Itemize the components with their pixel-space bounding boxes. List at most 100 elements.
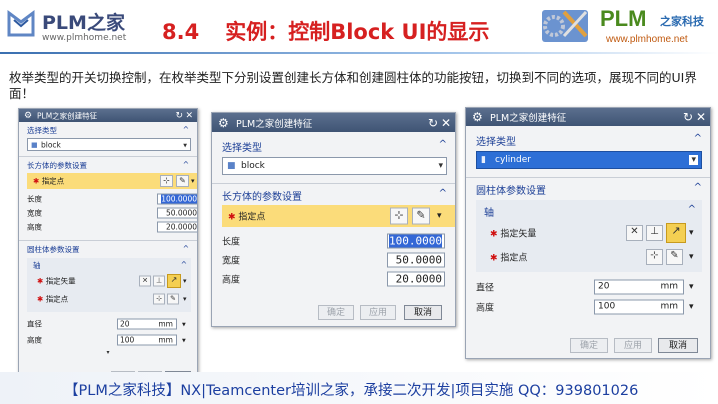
chevron-down-icon[interactable]: ▾	[183, 295, 187, 303]
specify-point-row[interactable]: ✱ 指定点 ⊹ ✎ ▾	[27, 173, 197, 189]
diameter-input[interactable]: 20 mm	[117, 318, 177, 329]
chevron-down-icon[interactable]: ▾	[438, 161, 443, 171]
reverse-direction-icon[interactable]: ✕	[139, 275, 151, 287]
axis-subsection[interactable]: 轴 ^	[476, 200, 702, 220]
specify-point-row[interactable]: ✱ 指定点 ⊹ ✎ ▾	[27, 290, 191, 308]
chevron-down-icon[interactable]: ▾	[689, 282, 694, 292]
point-dialog-icon[interactable]: ⊹	[153, 293, 165, 305]
inferred-point-icon[interactable]: ✎	[412, 207, 430, 225]
point-dialog-icon[interactable]: ⊹	[390, 207, 408, 225]
collapse-caret-icon[interactable]: ^	[694, 182, 702, 193]
collapse-caret-icon[interactable]: ^	[181, 260, 187, 269]
specify-point-row[interactable]: ✱ 指定点 ⊹ ✎ ▾	[476, 246, 702, 268]
collapse-caret-icon[interactable]: ^	[694, 133, 702, 144]
specify-vector-row[interactable]: ✱ 指定矢量 ✕ ⊥ ↗ ▾	[476, 220, 702, 246]
right-logo-cn: 之家科技	[660, 15, 704, 28]
apply-button[interactable]: 应用	[614, 338, 652, 353]
reverse-direction-icon[interactable]: ✕	[626, 225, 643, 241]
point-dialog-icon[interactable]: ⊹	[646, 249, 663, 265]
ok-button[interactable]: 确定	[318, 305, 354, 320]
more-chevron-icon[interactable]: ▾	[19, 349, 197, 356]
box-section-label: 长方体的参数设置	[27, 161, 87, 170]
type-select[interactable]: ■ block ▾	[27, 138, 191, 151]
reset-icon[interactable]: ↻	[428, 116, 438, 130]
chevron-down-icon[interactable]: ▾	[437, 211, 442, 221]
specify-point-label: ✱ 指定点	[37, 294, 69, 304]
select-type-section[interactable]: 选择类型 ^	[27, 125, 197, 137]
height-input[interactable]: 20.0000	[387, 271, 445, 286]
ok-button[interactable]: 确定	[570, 338, 608, 353]
close-icon[interactable]: ✕	[441, 116, 451, 130]
length-input[interactable]: 100.0000	[387, 233, 445, 248]
reset-icon[interactable]: ↻	[176, 111, 184, 121]
inferred-point-icon[interactable]: ✎	[176, 175, 189, 187]
footer-text: 【PLM之家科技】NX|Teamcenter培训之家，承接二次开发|项目实施 Q…	[64, 383, 639, 399]
slide-title: 8.4 实例：控制Block UI的显示	[162, 16, 489, 46]
collapse-caret-icon[interactable]: ^	[439, 188, 447, 199]
reset-icon[interactable]: ↻	[683, 110, 693, 124]
inferred-point-icon[interactable]: ✎	[167, 293, 179, 305]
inferred-point-icon[interactable]: ✎	[666, 249, 683, 265]
vector-dialog-icon[interactable]: ⊥	[646, 225, 663, 241]
chevron-down-icon[interactable]: ▾	[183, 140, 187, 149]
select-type-section[interactable]: 选择类型 ^	[222, 139, 455, 154]
axis-group: 轴 ^ ✱ 指定矢量 ✕ ⊥ ↗ ▾ ✱ 指定点 ⊹ ✎ ▾	[476, 200, 702, 272]
box-param-section[interactable]: 长方体的参数设置 ^	[222, 188, 455, 203]
vector-dialog-icon[interactable]: ⊥	[153, 275, 165, 287]
cyl-height-input[interactable]: 100 mm	[594, 299, 684, 314]
title-text: 实例：控制Block UI的显示	[225, 20, 490, 44]
dialog-title: PLM之家创建特征	[490, 113, 567, 124]
diameter-input[interactable]: 20 mm	[594, 279, 684, 294]
specify-point-label: ✱ 指定点	[490, 253, 528, 264]
box-param-section[interactable]: 长方体的参数设置 ^	[27, 160, 197, 172]
width-label: 宽度	[222, 256, 241, 266]
cylinder-icon: ▮	[481, 155, 486, 165]
cyl-param-section[interactable]: 圆柱体参数设置 ^	[27, 244, 197, 256]
apply-button[interactable]: 应用	[360, 305, 396, 320]
type-select[interactable]: ▮ cylinder ▾	[476, 151, 702, 169]
collapse-caret-icon[interactable]: ^	[688, 204, 696, 215]
inferred-vector-icon[interactable]: ↗	[167, 274, 181, 288]
collapse-caret-icon[interactable]: ^	[183, 160, 189, 169]
cancel-button[interactable]: 取消	[404, 305, 442, 320]
header-divider	[0, 52, 718, 54]
height-input[interactable]: 20.0000	[157, 221, 197, 232]
width-label: 宽度	[27, 208, 42, 217]
section-number: 8.4	[162, 20, 200, 44]
cyl-height-row: 高度 100 mm ▾	[27, 333, 197, 346]
select-type-section[interactable]: 选择类型 ^	[476, 133, 710, 148]
chevron-down-icon[interactable]: ▾	[689, 252, 694, 262]
specify-vector-row[interactable]: ✱ 指定矢量 ✕ ⊥ ↗ ▾	[27, 272, 191, 290]
axis-label: 轴	[484, 208, 494, 219]
chevron-down-icon[interactable]: ▾	[689, 155, 698, 165]
specify-point-row[interactable]: ✱ 指定点 ⊹ ✎ ▾	[222, 205, 455, 227]
length-input[interactable]: 100.0000	[157, 193, 197, 204]
dialog-titlebar: ⚙ PLM之家创建特征 ↻ ✕	[212, 113, 455, 132]
inferred-vector-icon[interactable]: ↗	[666, 223, 686, 243]
width-row: 宽度 50.0000	[27, 206, 197, 219]
chevron-down-icon[interactable]: ▾	[689, 228, 694, 238]
chevron-down-icon[interactable]: ▾	[183, 277, 187, 285]
cancel-button[interactable]: 取消	[658, 338, 698, 353]
cyl-height-input[interactable]: 100 mm	[117, 334, 177, 345]
chevron-down-icon[interactable]: ▾	[689, 302, 694, 312]
chevron-down-icon[interactable]: ▾	[182, 335, 186, 344]
type-select[interactable]: ■ block ▾	[222, 157, 447, 175]
close-icon[interactable]: ✕	[185, 111, 193, 121]
cyl-height-label: 高度	[476, 303, 495, 313]
chevron-down-icon[interactable]: ▾	[182, 319, 186, 328]
chevron-down-icon[interactable]: ▾	[191, 177, 195, 185]
select-type-label: 选择类型	[27, 126, 57, 135]
axis-subsection[interactable]: 轴 ^	[27, 258, 191, 272]
close-icon[interactable]: ✕	[696, 110, 706, 124]
length-label: 长度	[222, 237, 241, 247]
collapse-caret-icon[interactable]: ^	[439, 139, 447, 150]
collapse-caret-icon[interactable]: ^	[183, 244, 189, 253]
point-dialog-icon[interactable]: ⊹	[160, 175, 173, 187]
cyl-param-section[interactable]: 圆柱体参数设置 ^	[476, 182, 710, 197]
collapse-caret-icon[interactable]: ^	[183, 125, 189, 134]
gear-wrench-icon	[542, 10, 588, 42]
width-input[interactable]: 50.0000	[157, 207, 197, 218]
right-logo-url: www.plmhome.net	[606, 34, 688, 45]
width-input[interactable]: 50.0000	[387, 252, 445, 267]
